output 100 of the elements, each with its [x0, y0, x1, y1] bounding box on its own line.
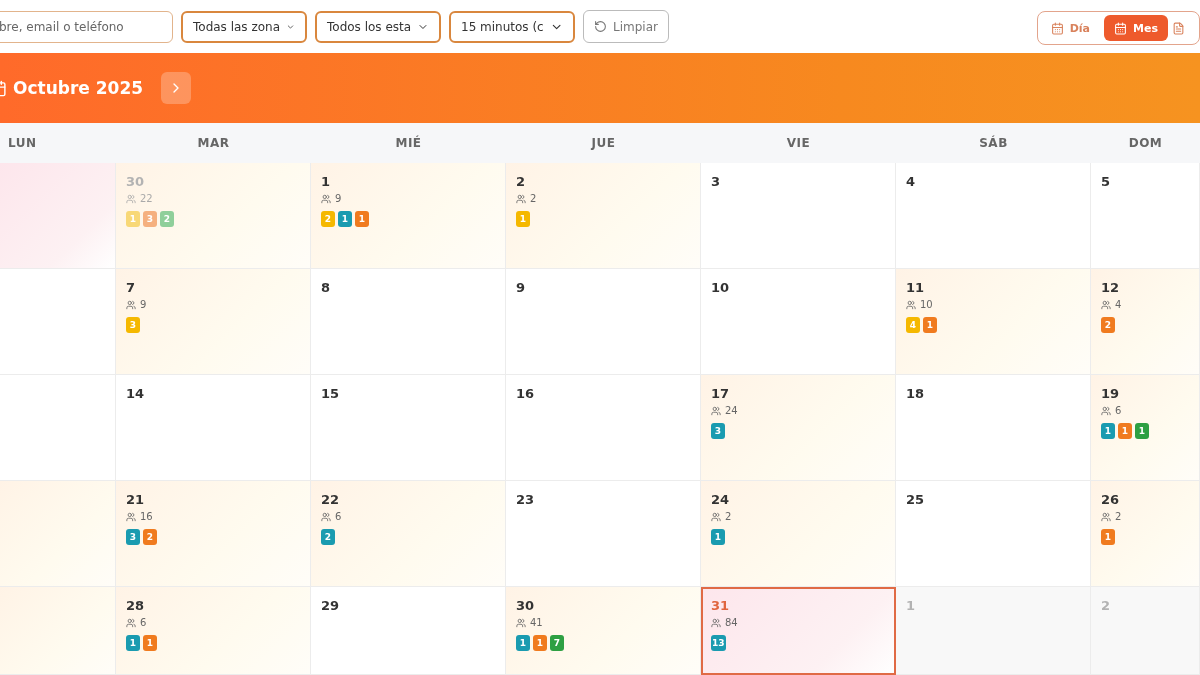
- day-cell[interactable]: 3: [701, 163, 896, 269]
- day-cell[interactable]: 31 84 13: [701, 587, 896, 675]
- day-cell[interactable]: 24 2 1: [701, 481, 896, 587]
- day-cell[interactable]: 29: [311, 587, 506, 675]
- day-number: 17: [711, 386, 730, 401]
- weekday-header: SÁB: [896, 123, 1091, 164]
- guest-count: 2: [711, 511, 732, 522]
- document-icon[interactable]: [1172, 21, 1185, 35]
- status-badge: 3: [143, 211, 157, 227]
- calendar-icon: [1114, 21, 1128, 35]
- day-cell[interactable]: 10: [701, 269, 896, 375]
- day-cell[interactable]: [0, 269, 116, 375]
- status-badge: 1: [1118, 423, 1132, 439]
- weekday-header: LUN: [0, 123, 116, 164]
- guest-count: 4: [1101, 299, 1122, 310]
- guest-count: 10: [906, 299, 933, 310]
- day-cell[interactable]: 1 9 2 1 1: [311, 163, 506, 269]
- status-badge: 1: [1135, 423, 1149, 439]
- day-cell[interactable]: 18: [896, 375, 1091, 481]
- day-cell[interactable]: 19 6 1 1 1: [1091, 375, 1200, 481]
- weekday-header: JUE: [506, 123, 701, 164]
- day-number: 16: [516, 386, 535, 401]
- day-number: 21: [126, 492, 145, 507]
- day-number: 2: [1101, 598, 1111, 613]
- weekday-header: VIE: [701, 123, 896, 164]
- day-cell[interactable]: 16: [506, 375, 701, 481]
- day-number: 24: [711, 492, 730, 507]
- day-number: 31: [711, 598, 730, 613]
- day-number: 30: [516, 598, 535, 613]
- day-cell[interactable]: 25: [896, 481, 1091, 587]
- guest-count: 41: [516, 617, 543, 628]
- day-number: 14: [126, 386, 145, 401]
- guest-count: 9: [321, 193, 342, 204]
- day-cell[interactable]: [0, 375, 116, 481]
- day-number: 19: [1101, 386, 1120, 401]
- day-number: 28: [126, 598, 145, 613]
- status-badge: 2: [321, 529, 335, 545]
- day-cell[interactable]: 14: [116, 375, 311, 481]
- day-cell[interactable]: 21 16 3 2: [116, 481, 311, 587]
- status-badge: 1: [1101, 529, 1115, 545]
- status-badge: 7: [550, 635, 564, 651]
- status-badge: 4: [906, 317, 920, 333]
- day-cell[interactable]: 12 4 2: [1091, 269, 1200, 375]
- status-badge: 1: [516, 635, 530, 651]
- weekday-header: MAR: [116, 123, 311, 164]
- status-badge: 3: [126, 529, 140, 545]
- filter-dropdown[interactable]: Todos los esta: [315, 10, 441, 43]
- guest-count: 16: [126, 511, 153, 522]
- day-cell[interactable]: 23: [506, 481, 701, 587]
- day-cell[interactable]: 9: [506, 269, 701, 375]
- day-cell[interactable]: 15: [311, 375, 506, 481]
- status-badge: 1: [355, 211, 369, 227]
- day-number: 4: [906, 174, 916, 189]
- day-cell[interactable]: 7 9 3: [116, 269, 311, 375]
- day-cell[interactable]: 17 24 3: [701, 375, 896, 481]
- day-cell[interactable]: 8: [311, 269, 506, 375]
- day-number: 2: [516, 174, 526, 189]
- day-number: 5: [1101, 174, 1111, 189]
- guest-count: 6: [126, 617, 147, 628]
- status-badge: 1: [126, 211, 140, 227]
- guest-count: 84: [711, 617, 738, 628]
- status-badge: 2: [143, 529, 157, 545]
- guest-count: 2: [516, 193, 537, 204]
- status-badge: 1: [923, 317, 937, 333]
- guest-count: 24: [711, 405, 738, 416]
- status-badge: 1: [338, 211, 352, 227]
- day-number: 30: [126, 174, 145, 189]
- day-cell[interactable]: [0, 481, 116, 587]
- day-number: 22: [321, 492, 340, 507]
- status-badge: 2: [321, 211, 335, 227]
- day-cell[interactable]: 11 10 4 1: [896, 269, 1091, 375]
- day-cell[interactable]: 2 2 1: [506, 163, 701, 269]
- day-number: 25: [906, 492, 925, 507]
- search-field[interactable]: bre, email o teléfono: [0, 10, 173, 43]
- status-badge: 1: [1101, 423, 1115, 439]
- status-badge: 2: [1101, 317, 1115, 333]
- day-cell[interactable]: 28 6 1 1: [116, 587, 311, 675]
- status-badge: 1: [533, 635, 547, 651]
- day-number: 9: [516, 280, 526, 295]
- clear-button[interactable]: Limpiar: [583, 10, 669, 43]
- status-badge: 1: [126, 635, 140, 651]
- filter-dropdown[interactable]: 15 minutos (c: [449, 10, 575, 43]
- day-cell[interactable]: 22 6 2: [311, 481, 506, 587]
- status-badge: 3: [126, 317, 140, 333]
- filter-dropdown[interactable]: Todas las zona: [181, 10, 307, 43]
- day-cell[interactable]: 26 2 1: [1091, 481, 1200, 587]
- day-cell[interactable]: 4: [896, 163, 1091, 269]
- day-number: 26: [1101, 492, 1120, 507]
- day-number: 7: [126, 280, 136, 295]
- status-badge: 1: [516, 211, 530, 227]
- weekday-header: MIÉ: [311, 123, 506, 164]
- day-number: 29: [321, 598, 340, 613]
- guest-count: 22: [126, 193, 153, 204]
- day-cell[interactable]: [0, 163, 116, 269]
- next-month-button[interactable]: [161, 72, 192, 104]
- status-badge: 13: [711, 635, 726, 651]
- day-number: 18: [906, 386, 925, 401]
- day-number: 1: [321, 174, 331, 189]
- day-cell[interactable]: 5: [1091, 163, 1200, 269]
- day-cell[interactable]: 30 41 1 1 7: [506, 587, 701, 675]
